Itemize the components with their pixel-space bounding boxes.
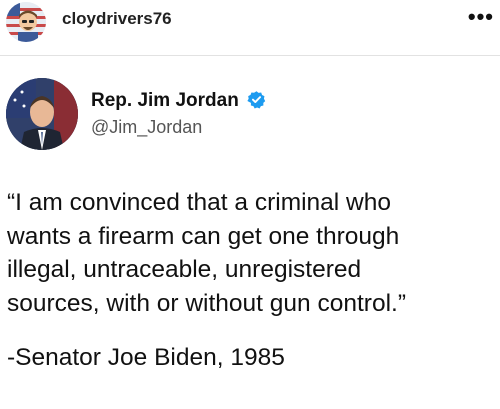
tweet-card: Rep. Jim Jordan @Jim_Jordan “I am convin… <box>0 56 500 409</box>
tweet-author-name[interactable]: Rep. Jim Jordan <box>91 90 239 112</box>
tweet-author-handle[interactable]: @Jim_Jordan <box>91 117 202 138</box>
tweet-attribution: -Senator Joe Biden, 1985 <box>7 344 285 371</box>
more-options-icon[interactable]: ••• <box>468 6 494 28</box>
tweet-author-avatar[interactable] <box>6 78 78 150</box>
user-avatar-image <box>6 2 46 42</box>
user-avatar[interactable] <box>6 2 46 42</box>
verified-badge-icon <box>247 90 266 109</box>
post-username[interactable]: cloydrivers76 <box>62 9 172 29</box>
tweet-quote-text: “I am convinced that a criminal who want… <box>7 189 406 317</box>
author-portrait-image <box>6 78 78 150</box>
post-header: cloydrivers76 ••• <box>0 0 500 52</box>
